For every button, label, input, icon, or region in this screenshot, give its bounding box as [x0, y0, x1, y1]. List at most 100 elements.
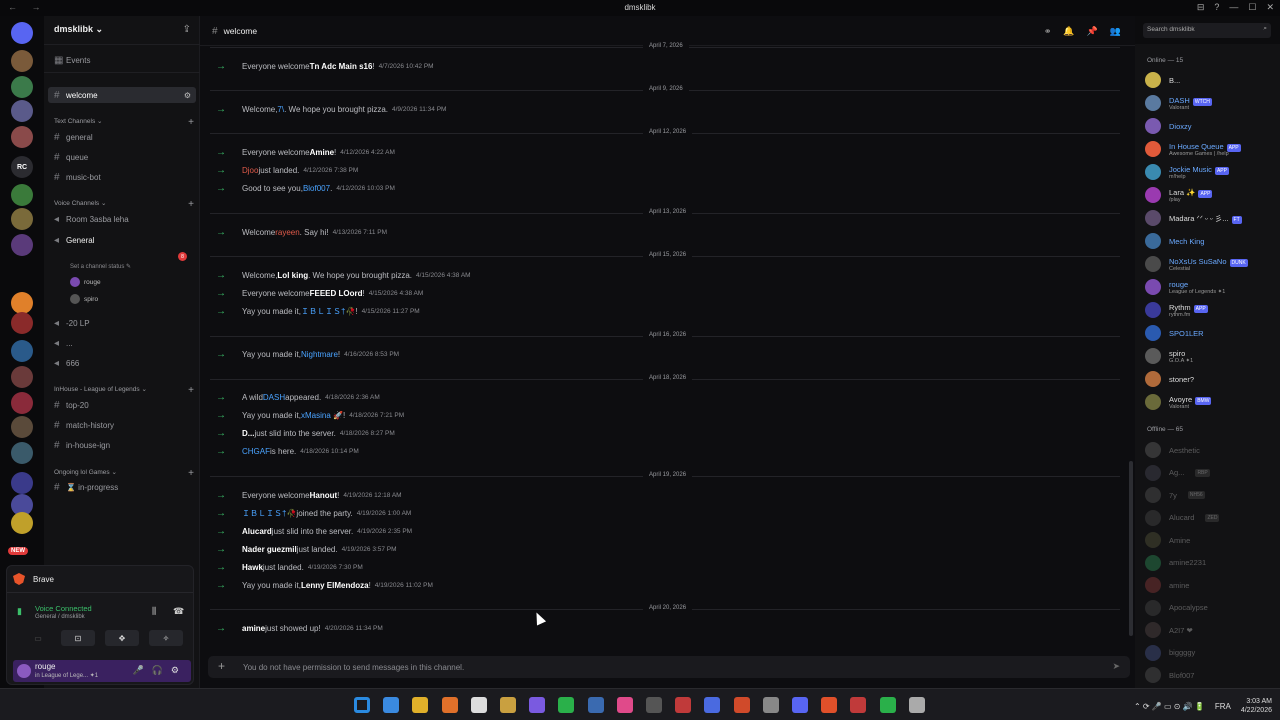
- file-explorer-icon[interactable]: [412, 697, 429, 713]
- member-item-offline[interactable]: A2I7 ❤: [1145, 620, 1280, 640]
- member-name[interactable]: Nightmare: [301, 350, 338, 359]
- member-name[interactable]: Lol king: [277, 271, 308, 280]
- member-item-offline[interactable]: Amine: [1145, 530, 1280, 550]
- member-name[interactable]: D...: [242, 429, 254, 438]
- disconnect-icon[interactable]: ☎: [173, 606, 184, 617]
- category-inhouse[interactable]: InHouse - League of Legends ⌄ +: [54, 385, 194, 396]
- user-controls[interactable]: 🎤🎧⚙: [133, 665, 187, 676]
- channel-general[interactable]: # general: [48, 129, 196, 145]
- maximize-button[interactable]: ☐: [1248, 2, 1256, 13]
- category-ongoing[interactable]: Ongoing lol Games ⌄ +: [54, 468, 194, 479]
- video-button[interactable]: ▭: [21, 630, 55, 646]
- member-item-offline[interactable]: amine2231: [1145, 553, 1280, 573]
- header-icons[interactable]: ⚭🔔📌👥: [1044, 26, 1133, 37]
- close-button[interactable]: ✕: [1266, 2, 1274, 13]
- member-item[interactable]: Lara ✨ APP/play: [1145, 185, 1280, 205]
- channel-in-progress[interactable]: # ⌛ in-progress: [48, 479, 196, 495]
- member-name[interactable]: Hawk: [242, 563, 263, 572]
- member-item-offline[interactable]: Apocalypse: [1145, 598, 1280, 618]
- soundboard-button[interactable]: ✧: [149, 630, 183, 646]
- message-input[interactable]: + You do not have permission to send mes…: [208, 656, 1130, 678]
- whatsapp-icon[interactable]: [558, 697, 575, 713]
- server-icon[interactable]: [11, 512, 33, 534]
- server-icon[interactable]: [11, 76, 33, 98]
- member-name[interactable]: CHGAF: [242, 447, 270, 456]
- server-icon[interactable]: [11, 416, 33, 438]
- member-item-offline[interactable]: Blof007: [1145, 665, 1280, 685]
- channel-top-20[interactable]: # top-20: [48, 397, 196, 413]
- channel-music-bot[interactable]: # music-bot: [48, 169, 196, 185]
- chrome-icon[interactable]: [470, 697, 487, 713]
- user-panel[interactable]: rouge in League of Lege... ✦1 🎤🎧⚙: [13, 660, 191, 682]
- server-icon[interactable]: [11, 292, 33, 314]
- clock[interactable]: 3:03 AM 4/22/2026: [1241, 697, 1272, 715]
- server-icon[interactable]: [11, 184, 33, 206]
- instagram-icon[interactable]: [616, 697, 633, 713]
- category-text-channels[interactable]: Text Channels ⌄ +: [54, 117, 194, 128]
- member-item-offline[interactable]: Ag... RBP: [1145, 463, 1280, 483]
- member-item[interactable]: Jockie Music APP m!help: [1145, 162, 1280, 182]
- app-icon[interactable]: [762, 697, 779, 713]
- events-item[interactable]: ▦ Events: [48, 52, 196, 68]
- screen-share-button[interactable]: ⊡: [61, 630, 95, 646]
- member-name[interactable]: Djoo: [242, 166, 258, 175]
- member-name[interactable]: DASH: [263, 393, 285, 402]
- steam-icon[interactable]: [587, 697, 604, 713]
- server-icon[interactable]: RC: [11, 156, 33, 178]
- server-icon[interactable]: [11, 22, 33, 44]
- voice-user[interactable]: rouge: [70, 277, 101, 287]
- channel-welcome[interactable]: # welcome ⚙: [48, 87, 196, 103]
- member-item[interactable]: rouge League of Legends ✦1: [1145, 277, 1280, 297]
- settings-icon[interactable]: ⚙: [184, 91, 191, 100]
- spotify-icon[interactable]: [879, 697, 896, 713]
- voice-room[interactable]: ◂ Room 3asba leha: [48, 211, 196, 227]
- member-name[interactable]: Amine: [310, 148, 334, 157]
- member-item[interactable]: NoXsUs SuSaNo DUNK Celestial: [1145, 254, 1280, 274]
- voice-channel-name[interactable]: General / dmsklibk: [35, 614, 85, 620]
- voice-666[interactable]: ◂ 666: [48, 355, 196, 371]
- member-item-offline[interactable]: 7y NH56: [1145, 485, 1280, 505]
- channel-match-history[interactable]: # match-history: [48, 417, 196, 433]
- member-item[interactable]: B...: [1145, 70, 1280, 90]
- add-channel-icon[interactable]: +: [188, 117, 194, 128]
- add-channel-icon[interactable]: +: [188, 199, 194, 210]
- member-item[interactable]: Madara ᐟᐟ ᵕ ᵕ 彡... FT: [1145, 208, 1280, 228]
- server-icon[interactable]: [11, 126, 33, 148]
- member-item-offline[interactable]: Aesthetic: [1145, 440, 1280, 460]
- vlc-icon[interactable]: [441, 697, 458, 713]
- send-icon[interactable]: ➤: [1112, 661, 1120, 672]
- invite-icon[interactable]: ⇪: [183, 24, 191, 35]
- member-name[interactable]: Tn Adc Main s16: [310, 62, 373, 71]
- tray-icons[interactable]: ⌃ ⟳ 🎤 ▭ ⊙ 🔊 🔋: [1134, 702, 1205, 711]
- server-icon[interactable]: [11, 234, 33, 256]
- minimize-button[interactable]: —: [1229, 2, 1238, 13]
- scrollbar[interactable]: [1129, 461, 1133, 636]
- add-channel-icon[interactable]: +: [188, 468, 194, 479]
- member-name[interactable]: amine: [242, 624, 265, 633]
- member-name[interactable]: ＩＢＬＩＳ†🥀: [242, 508, 296, 519]
- server-name[interactable]: dmsklibk ⌄: [54, 24, 103, 35]
- messenger-icon[interactable]: [529, 697, 546, 713]
- member-name[interactable]: FEEED LOord: [310, 289, 363, 298]
- brave-icon[interactable]: [821, 697, 838, 713]
- server-icon[interactable]: [11, 472, 33, 494]
- league-icon[interactable]: [850, 697, 867, 713]
- channel-queue[interactable]: # queue: [48, 149, 196, 165]
- member-item[interactable]: stoner?: [1145, 369, 1280, 389]
- member-item[interactable]: Dioxzy: [1145, 116, 1280, 136]
- add-channel-icon[interactable]: +: [188, 385, 194, 396]
- capcut-icon[interactable]: [733, 697, 750, 713]
- language-indicator[interactable]: FRA: [1215, 702, 1231, 711]
- server-icon[interactable]: [11, 100, 33, 122]
- server-icon[interactable]: [11, 392, 33, 414]
- voice-connected-status[interactable]: Voice Connected: [35, 604, 92, 613]
- server-icon[interactable]: [11, 366, 33, 388]
- member-name[interactable]: Lenny ElMendoza: [301, 581, 369, 590]
- server-icon[interactable]: [11, 208, 33, 230]
- voice-user[interactable]: spiro: [70, 294, 98, 304]
- plus-icon[interactable]: +: [218, 659, 225, 673]
- member-item[interactable]: DASH WTCH Valorant: [1145, 93, 1280, 113]
- activity-brave[interactable]: Brave: [13, 573, 54, 585]
- app-icon[interactable]: [704, 697, 721, 713]
- channel-in-house-ign[interactable]: # in-house-ign: [48, 437, 196, 453]
